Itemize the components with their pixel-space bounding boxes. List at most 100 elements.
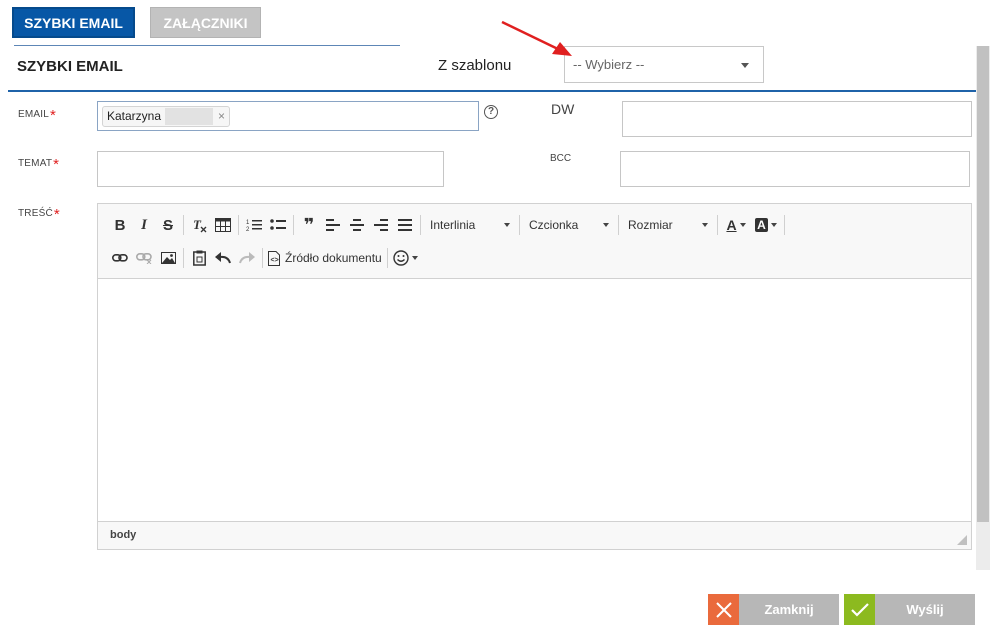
template-select[interactable]: -- Wybierz -- [564, 46, 764, 83]
toolbar-separator [262, 248, 263, 268]
link-button[interactable] [108, 246, 132, 270]
required-marker: * [53, 156, 60, 173]
source-icon: <> [268, 250, 280, 266]
undo-icon [215, 252, 231, 264]
chevron-down-icon [702, 223, 708, 227]
redacted-surname [165, 108, 213, 125]
table-button[interactable] [211, 213, 235, 237]
tab-underline [14, 45, 400, 46]
email-recipient-chip[interactable]: Katarzyna × [102, 106, 230, 127]
bg-color-button[interactable]: A [751, 213, 781, 237]
chevron-down-icon [739, 223, 746, 227]
close-icon [708, 594, 739, 625]
tresc-label: TREŚĆ* [18, 206, 60, 223]
unlink-icon [136, 252, 152, 264]
remove-format-icon: T [193, 217, 207, 233]
resize-grip-icon[interactable] [957, 535, 967, 545]
image-icon [160, 252, 176, 264]
header-divider [8, 90, 976, 92]
editor-statusbar: body [98, 521, 971, 549]
checkmark-icon [844, 594, 875, 625]
justify-button[interactable] [393, 213, 417, 237]
blockquote-button[interactable]: ❞ [297, 213, 321, 237]
svg-text:T: T [193, 217, 202, 232]
align-right-icon [374, 219, 388, 231]
source-button[interactable]: <> Źródło dokumentu [266, 246, 384, 270]
text-color-icon: A [726, 217, 737, 233]
email-label: EMAIL* [18, 107, 57, 124]
bulleted-list-button[interactable] [266, 213, 290, 237]
smiley-icon [393, 250, 409, 266]
form-title: SZYBKI EMAIL [17, 58, 123, 75]
email-field[interactable]: Katarzyna × [97, 101, 479, 131]
numbered-list-icon: 12 [246, 220, 262, 232]
align-left-icon [326, 219, 340, 231]
remove-format-button[interactable]: T [187, 213, 211, 237]
text-color-button[interactable]: A [721, 213, 751, 237]
image-button[interactable] [156, 246, 180, 270]
numbered-list-button[interactable]: 12 [242, 213, 266, 237]
element-path[interactable]: body [110, 529, 136, 541]
link-icon [112, 253, 128, 262]
font-label: Czcionka [529, 218, 579, 232]
bold-button[interactable]: B [108, 213, 132, 237]
svg-text:1: 1 [246, 220, 250, 226]
redo-button[interactable] [235, 246, 259, 270]
size-label: Rozmiar [628, 218, 673, 232]
help-icon[interactable]: ? [484, 105, 498, 119]
line-height-dropdown[interactable]: Interlinia [424, 213, 516, 237]
toolbar-separator [420, 215, 421, 235]
rich-text-editor: B I S T 12 ❞ Interlinia Czcionka Rozmiar… [97, 203, 972, 550]
dw-label: DW [551, 101, 575, 117]
chevron-down-icon [770, 223, 777, 227]
tab-szybki-email[interactable]: SZYBKI EMAIL [12, 7, 135, 38]
size-dropdown[interactable]: Rozmiar [622, 213, 714, 237]
toolbar-separator [386, 248, 388, 268]
annotation-arrow-icon [501, 20, 572, 56]
editor-toolbar: B I S T 12 ❞ Interlinia Czcionka Rozmiar… [98, 204, 971, 279]
scrollbar-thumb[interactable] [977, 46, 989, 522]
align-right-button[interactable] [369, 213, 393, 237]
toolbar-separator [717, 215, 718, 235]
template-select-value: -- Wybierz -- [573, 57, 645, 72]
align-center-button[interactable] [345, 213, 369, 237]
paste-button[interactable] [187, 246, 211, 270]
toolbar-separator [519, 215, 520, 235]
italic-button[interactable]: I [132, 213, 156, 237]
bcc-field[interactable] [620, 151, 970, 187]
chevron-down-icon [603, 223, 609, 227]
align-center-icon [350, 219, 364, 231]
chevron-down-icon [412, 256, 419, 260]
temat-field[interactable] [97, 151, 444, 187]
send-button[interactable]: Wyślij [844, 594, 975, 625]
chevron-down-icon [504, 223, 510, 227]
justify-icon [398, 219, 412, 231]
dw-field[interactable] [622, 101, 972, 137]
toolbar-separator [183, 215, 184, 235]
redo-icon [239, 252, 255, 264]
toolbar-separator [238, 215, 239, 235]
font-dropdown[interactable]: Czcionka [523, 213, 615, 237]
line-height-label: Interlinia [430, 218, 476, 232]
svg-text:<>: <> [271, 257, 279, 264]
toolbar-separator [618, 215, 619, 235]
strikethrough-button[interactable]: S [156, 213, 180, 237]
required-marker: * [50, 107, 57, 124]
toolbar-separator [293, 215, 294, 235]
toolbar-separator [784, 215, 785, 235]
emoji-button[interactable] [391, 246, 421, 270]
undo-button[interactable] [211, 246, 235, 270]
svg-text:2: 2 [246, 227, 250, 232]
paste-icon [192, 250, 206, 266]
toolbar-separator [183, 248, 184, 268]
remove-recipient-icon[interactable]: × [218, 107, 225, 126]
align-left-button[interactable] [321, 213, 345, 237]
tab-zalaczniki[interactable]: ZAŁĄCZNIKI [150, 7, 261, 38]
required-marker: * [53, 206, 60, 223]
table-icon [215, 218, 231, 232]
unlink-button[interactable] [132, 246, 156, 270]
bg-color-icon: A [755, 218, 768, 232]
editor-content-area[interactable] [98, 279, 971, 523]
close-button[interactable]: Zamknij [708, 594, 839, 625]
chevron-down-icon [741, 63, 749, 68]
